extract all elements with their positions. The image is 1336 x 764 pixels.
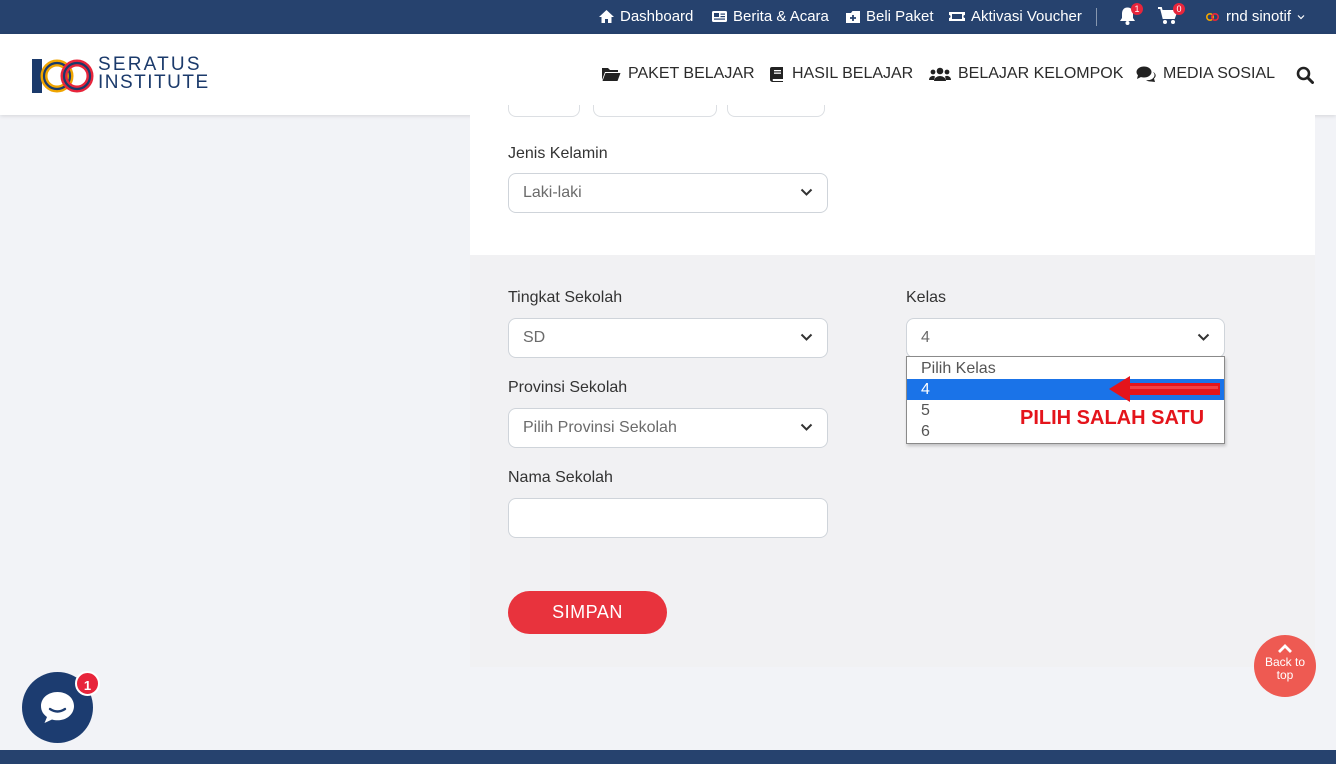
province-select[interactable]: Pilih Provinsi Sekolah [508, 408, 828, 448]
user-name: rnd sinotif [1226, 8, 1292, 25]
chat-badge: 1 [75, 671, 100, 696]
logo-line-2: INSTITUTE [98, 72, 210, 93]
buy-package-label: Beli Paket [866, 8, 934, 25]
chevron-down-icon [800, 188, 813, 196]
chevron-down-icon [800, 333, 813, 341]
buy-package-link[interactable]: Beli Paket [845, 8, 934, 25]
nav-belajar-kelompok[interactable]: BELAJAR KELOMPOK [929, 65, 1123, 83]
class-label: Kelas [906, 289, 947, 306]
back-to-top-button[interactable]: Back to top [1254, 635, 1316, 697]
dashboard-label: Dashboard [620, 8, 694, 25]
class-select[interactable]: 4 [906, 318, 1225, 358]
annotation-text: PILIH SALAH SATU [1020, 407, 1205, 429]
school-level-label: Tingkat Sekolah [508, 289, 623, 306]
school-level-value: SD [523, 329, 546, 346]
school-name-label: Nama Sekolah [508, 469, 613, 486]
back-to-top-line-2: top [1276, 668, 1294, 682]
news-events-link[interactable]: Berita & Acara [711, 8, 829, 25]
cart-button[interactable]: 0 [1157, 3, 1185, 30]
nav-hasil-belajar[interactable]: HASIL BELAJAR [769, 65, 913, 83]
scrolled-field-1[interactable] [508, 105, 580, 117]
users-icon [929, 67, 951, 81]
province-value: Pilih Provinsi Sekolah [523, 419, 677, 436]
gender-value: Laki-laki [523, 184, 582, 201]
dashboard-link[interactable]: Dashboard [598, 8, 693, 25]
scrolled-field-3[interactable] [727, 105, 825, 117]
nav-hasil-belajar-label: HASIL BELAJAR [792, 65, 914, 82]
news-events-label: Berita & Acara [733, 8, 829, 25]
school-name-input[interactable] [508, 498, 828, 538]
chevron-up-icon [1278, 644, 1292, 653]
gender-label: Jenis Kelamin [508, 145, 608, 162]
topbar-divider [1096, 8, 1097, 26]
home-icon [599, 10, 614, 23]
seratus-institute-logo[interactable]: SERATUS INSTITUTE [32, 55, 212, 96]
logo-text: SERATUS INSTITUTE [98, 55, 210, 93]
nav-media-sosial[interactable]: MEDIA SOSIAL [1136, 65, 1275, 83]
chevron-down-icon [800, 423, 813, 431]
folder-icon [602, 68, 621, 81]
newspaper-icon [712, 11, 727, 22]
main-header: SERATUS INSTITUTE PAKET BELAJAR HASIL BE… [0, 34, 1336, 115]
top-bar: Dashboard Berita & Acara Beli Paket Akti… [0, 0, 1336, 34]
comments-icon [1136, 66, 1156, 82]
activate-voucher-label: Aktivasi Voucher [971, 8, 1082, 25]
scrolled-field-2[interactable] [593, 105, 717, 117]
nav-paket-belajar[interactable]: PAKET BELAJAR [601, 65, 755, 83]
province-label: Provinsi Sekolah [508, 379, 628, 396]
save-button[interactable]: SIMPAN [508, 591, 667, 634]
nav-belajar-kelompok-label: BELAJAR KELOMPOK [958, 65, 1124, 82]
notification-badge: 1 [1131, 3, 1143, 15]
ticket-icon [949, 12, 965, 21]
school-level-select[interactable]: SD [508, 318, 828, 358]
chevron-down-icon [1197, 333, 1210, 341]
search-icon [1296, 66, 1314, 84]
search-button[interactable] [1296, 66, 1314, 89]
book-icon [770, 66, 783, 82]
class-value: 4 [921, 329, 930, 346]
footer [0, 750, 1336, 764]
user-menu[interactable]: rnd sinotif [1205, 8, 1306, 25]
nav-media-sosial-label: MEDIA SOSIAL [1163, 65, 1276, 82]
notification-button[interactable]: 1 [1118, 3, 1143, 30]
cart-badge: 0 [1173, 3, 1185, 15]
chevron-down-icon [1297, 14, 1305, 19]
logo-icon [32, 59, 94, 93]
package-icon [846, 10, 860, 23]
annotation-arrow [1109, 376, 1220, 402]
logo-mini-icon [1205, 12, 1220, 21]
gender-select[interactable]: Laki-laki [508, 173, 828, 213]
nav-paket-belajar-label: PAKET BELAJAR [628, 65, 755, 82]
activate-voucher-link[interactable]: Aktivasi Voucher [948, 8, 1082, 25]
